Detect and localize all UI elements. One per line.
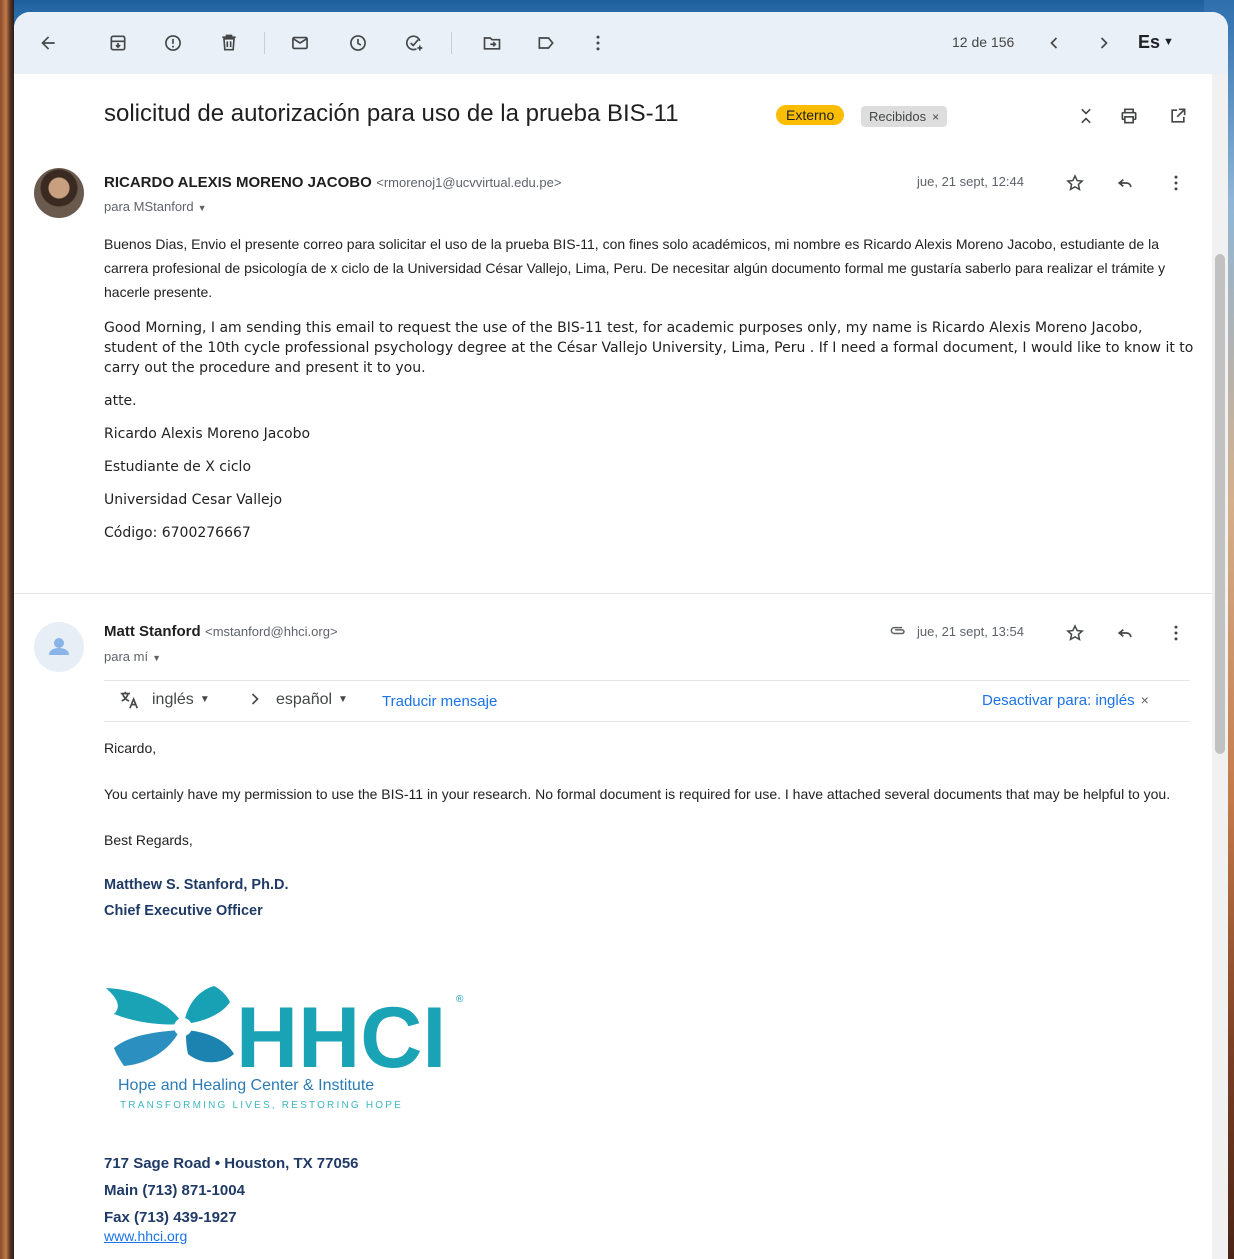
caret-down-icon: ▼: [197, 203, 207, 213]
person-icon: [49, 638, 69, 655]
signature-title: Chief Executive Officer: [104, 903, 263, 919]
star-icon[interactable]: [1063, 171, 1087, 195]
add-task-icon[interactable]: [400, 29, 428, 57]
closing: Best Regards,: [104, 832, 193, 848]
greeting: Ricardo,: [104, 740, 157, 756]
move-to-folder-icon[interactable]: [478, 29, 506, 57]
message-date: jue, 21 sept, 12:44: [917, 174, 1024, 189]
body-english: Good Morning, I am sending this email to…: [104, 320, 1194, 376]
sender-email: <rmorenoj1@ucvvirtual.edu.pe>: [376, 175, 562, 190]
signature-line: atte.: [104, 393, 137, 409]
message-counter: 12 de 156: [952, 34, 1015, 50]
disable-translation-link[interactable]: Desactivar para: inglés ×: [982, 692, 1149, 709]
inbox-label-text: Recibidos: [869, 109, 927, 124]
scrollbar-thumb[interactable]: [1215, 254, 1225, 754]
sender-info: Matt Stanford <mstanford@hhci.org>: [104, 623, 338, 641]
reply-icon[interactable]: [1113, 171, 1137, 195]
recipients-label: para mí: [104, 649, 149, 664]
logo-org-name: Hope and Healing Center & Institute: [118, 1077, 374, 1094]
recipients-label: para MStanford: [104, 199, 194, 214]
sender-info: RICARDO ALEXIS MORENO JACOBO <rmorenoj1@…: [104, 174, 561, 192]
message-body: Ricardo, You certainly have my permissio…: [104, 736, 1194, 924]
inbox-label-chip[interactable]: Recibidos ×: [861, 106, 948, 127]
source-language-label: inglés: [152, 691, 194, 708]
logo-tagline: TRANSFORMING LIVES, RESTORING HOPE: [120, 1100, 403, 1111]
toolbar: 12 de 156 Es ▼: [14, 12, 1228, 74]
translate-bar: inglés ▼ español ▼ Traducir mensaje Desact…: [104, 680, 1190, 722]
website-link[interactable]: www.hhci.org: [104, 1228, 187, 1244]
sender-name[interactable]: Matt Stanford: [104, 623, 201, 640]
signature-line: Estudiante de X ciclo: [104, 459, 252, 475]
message-divider: [14, 593, 1212, 594]
body-text: You certainly have my permission to use …: [104, 786, 1171, 802]
signature-line: Universidad Cesar Vallejo: [104, 492, 283, 508]
email-subject: solicitud de autorización para uso de la…: [104, 100, 679, 127]
phone-fax: Fax (713) 439-1927: [104, 1209, 237, 1226]
message-more-icon[interactable]: [1164, 621, 1188, 645]
sender-avatar-placeholder[interactable]: [34, 622, 84, 672]
previous-chevron-icon[interactable]: [1040, 29, 1068, 57]
recipients-dropdown[interactable]: para MStanford ▼: [104, 199, 207, 214]
signature-contact: 717 Sage Road • Houston, TX 77056 Main (…: [104, 1150, 359, 1231]
signature-line: Ricardo Alexis Moreno Jacobo: [104, 426, 311, 442]
message-date: jue, 21 sept, 13:54: [917, 624, 1024, 639]
open-in-new-window-icon[interactable]: [1166, 104, 1190, 128]
archive-icon[interactable]: [104, 29, 132, 57]
mark-unread-icon[interactable]: [286, 29, 314, 57]
sender-name[interactable]: RICARDO ALEXIS MORENO JACOBO: [104, 174, 372, 191]
close-icon[interactable]: ×: [1141, 692, 1149, 708]
hhci-logo: HHCI ® Hope and Healing Center & Institu…: [106, 986, 464, 1111]
scrollbar[interactable]: [1212, 74, 1228, 1259]
target-language-label: español: [276, 691, 333, 708]
report-spam-icon[interactable]: [159, 29, 187, 57]
caret-down-icon: ▼: [152, 653, 161, 663]
message-body: Buenos Dias, Envio el presente correo pa…: [104, 232, 1194, 543]
phone-main: Main (713) 871-1004: [104, 1182, 245, 1199]
language-label: Es: [1138, 32, 1161, 52]
print-icon[interactable]: [1117, 104, 1141, 128]
sender-email: <mstanford@hhci.org>: [205, 624, 338, 639]
collapse-all-icon[interactable]: [1074, 104, 1098, 128]
toolbar-divider: [451, 32, 452, 54]
message-more-icon[interactable]: [1164, 171, 1188, 195]
recipients-dropdown[interactable]: para mí ▼: [104, 649, 161, 664]
logo-wordmark: HHCI: [236, 990, 446, 1086]
external-label-badge: Externo: [776, 105, 845, 125]
back-arrow-icon[interactable]: [34, 29, 62, 57]
signature-line: Código: 6700276667: [104, 525, 251, 541]
caret-down-icon: ▼: [1163, 36, 1174, 48]
reply-icon[interactable]: [1113, 621, 1137, 645]
registered-mark: ®: [456, 994, 464, 1005]
target-language-dropdown[interactable]: español ▼: [276, 691, 348, 709]
translate-icon: [118, 689, 140, 716]
star-icon[interactable]: [1063, 621, 1087, 645]
remove-label-icon[interactable]: ×: [932, 110, 939, 124]
translate-message-link[interactable]: Traducir mensaje: [382, 693, 497, 710]
disable-translation-label: Desactivar para: inglés: [982, 692, 1135, 709]
input-language-selector[interactable]: Es ▼: [1138, 32, 1174, 53]
toolbar-divider: [264, 32, 265, 54]
caret-down-icon: ▼: [338, 694, 348, 705]
arrow-right-icon: [245, 689, 265, 714]
attachment-icon: [886, 619, 910, 643]
more-options-icon[interactable]: [584, 29, 612, 57]
delete-icon[interactable]: [215, 29, 243, 57]
snooze-clock-icon[interactable]: [344, 29, 372, 57]
body-spanish: Buenos Dias, Envio el presente correo pa…: [104, 236, 1166, 300]
source-language-dropdown[interactable]: inglés ▼: [152, 691, 210, 709]
sender-avatar[interactable]: [34, 168, 84, 218]
email-window: 12 de 156 Es ▼ solicitud de autorización …: [14, 12, 1228, 1259]
signature-name: Matthew S. Stanford, Ph.D.: [104, 877, 289, 893]
next-chevron-icon[interactable]: [1090, 29, 1118, 57]
address: 717 Sage Road • Houston, TX 77056: [104, 1155, 359, 1172]
label-icon[interactable]: [532, 29, 560, 57]
caret-down-icon: ▼: [199, 694, 210, 705]
